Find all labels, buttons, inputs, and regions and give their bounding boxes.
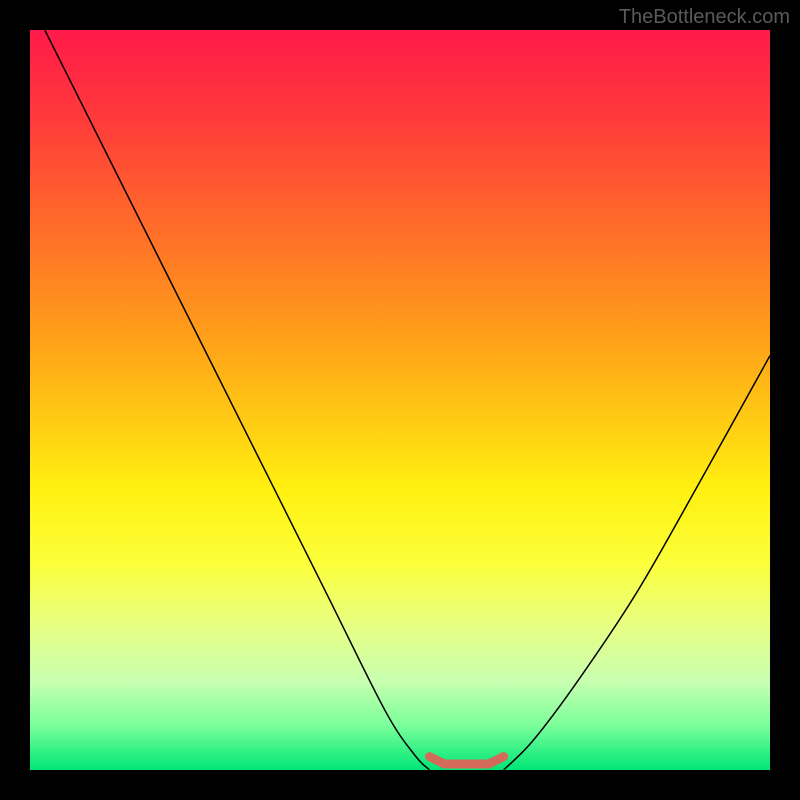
curve-right-branch bbox=[504, 356, 770, 770]
chart-svg bbox=[30, 30, 770, 770]
watermark-text: TheBottleneck.com bbox=[619, 6, 790, 29]
chart-plot-area bbox=[30, 30, 770, 770]
curve-left-branch bbox=[45, 30, 430, 770]
optimal-band-marker bbox=[430, 757, 504, 764]
